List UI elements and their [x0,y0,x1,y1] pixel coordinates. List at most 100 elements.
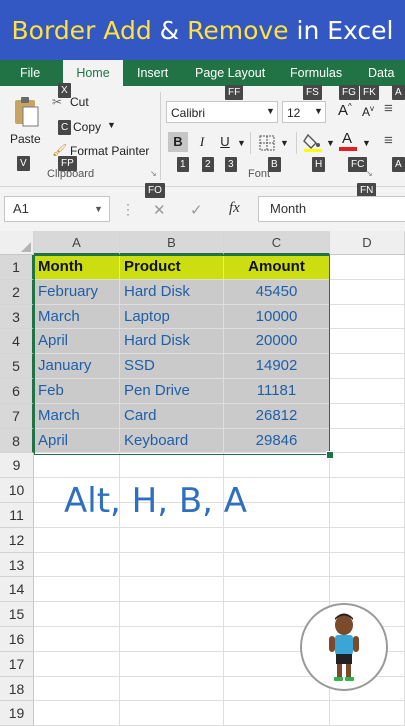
insert-function-icon[interactable]: fx [229,200,240,217]
grid-cell[interactable] [120,676,224,702]
grid-cell[interactable] [330,304,405,330]
bold-button[interactable]: B [168,132,188,152]
enter-icon[interactable]: ✓ [190,201,203,219]
grid-cell[interactable] [34,627,120,652]
grid-cell[interactable] [330,552,405,578]
row-header[interactable]: 6 [0,379,34,404]
grid-cell[interactable] [120,602,224,627]
grid-cell[interactable] [330,503,405,528]
column-title-cell[interactable]: Amount [224,255,330,280]
row-header[interactable]: 18 [0,676,34,702]
align-icon[interactable]: ≡ [384,100,393,117]
data-cell[interactable]: Hard Disk [120,279,224,305]
grid-cell[interactable] [330,428,405,454]
data-cell[interactable]: 14902 [224,354,330,379]
row-header[interactable]: 3 [0,304,34,330]
data-cell[interactable]: March [34,403,120,429]
row-header[interactable]: 11 [0,503,34,528]
column-header-a[interactable]: A [34,231,120,255]
grid-cell[interactable] [224,453,330,479]
row-header[interactable]: 7 [0,403,34,429]
clipboard-launcher-icon[interactable]: ↘ [150,169,157,178]
grid-cell[interactable] [34,527,120,553]
grid-cell[interactable] [330,379,405,404]
font-launcher-icon[interactable]: ↘ [366,169,373,178]
font-name-select[interactable]: Calibri [166,101,278,123]
grid-cell[interactable] [34,651,120,677]
row-header[interactable]: 12 [0,527,34,553]
grid-cell[interactable] [120,552,224,578]
underline-button[interactable]: U [215,132,235,152]
data-cell[interactable]: Hard Disk [120,329,224,355]
row-header[interactable]: 10 [0,478,34,503]
data-cell[interactable]: April [34,428,120,454]
paste-button[interactable]: Paste [8,94,46,152]
grid-cell[interactable] [224,527,330,553]
grid-cell[interactable] [120,577,224,603]
format-painter-button[interactable]: Format Painter [70,144,149,158]
row-header[interactable]: 17 [0,651,34,677]
data-cell[interactable]: 45450 [224,279,330,305]
data-cell[interactable]: Pen Drive [120,379,224,404]
data-cell[interactable]: 20000 [224,329,330,355]
grid-cell[interactable] [34,577,120,603]
tab-file[interactable]: File [20,60,40,86]
data-cell[interactable]: 26812 [224,403,330,429]
underline-dropdown-icon[interactable]: ▼ [237,138,246,148]
name-box-dropdown-icon[interactable]: ▼ [94,204,103,214]
grid-cell[interactable] [224,701,330,726]
row-header[interactable]: 2 [0,279,34,305]
fill-handle[interactable] [326,451,334,459]
grid-cell[interactable] [330,453,405,479]
font-color-dropdown-icon[interactable]: ▼ [362,138,371,148]
grid-cell[interactable] [34,701,120,726]
grid-cell[interactable] [34,453,120,479]
font-color-icon[interactable]: A [339,130,357,152]
data-cell[interactable]: March [34,304,120,330]
font-name-dropdown-icon[interactable]: ▼ [266,106,275,116]
row-header[interactable]: 4 [0,329,34,355]
row-header[interactable]: 19 [0,701,34,726]
data-cell[interactable]: February [34,279,120,305]
grid-cell[interactable] [330,403,405,429]
row-header[interactable]: 15 [0,602,34,627]
data-cell[interactable]: January [34,354,120,379]
grid-cell[interactable] [34,676,120,702]
data-cell[interactable]: Feb [34,379,120,404]
data-cell[interactable]: Card [120,403,224,429]
tab-page-layout[interactable]: Page Layout [195,60,265,86]
row-header[interactable]: 13 [0,552,34,578]
data-cell[interactable]: 10000 [224,304,330,330]
column-header-b[interactable]: B [120,231,224,255]
row-header[interactable]: 1 [0,255,34,280]
cut-button[interactable]: Cut [70,95,89,109]
row-header[interactable]: 16 [0,627,34,652]
increase-font-icon[interactable]: A^ [338,102,352,119]
row-header[interactable]: 9 [0,453,34,479]
grid-cell[interactable] [34,602,120,627]
column-title-cell[interactable]: Month [34,255,120,280]
grid-cell[interactable] [330,279,405,305]
row-header[interactable]: 8 [0,428,34,454]
data-cell[interactable]: 29846 [224,428,330,454]
tab-home[interactable]: Home [63,60,123,86]
column-title-cell[interactable]: Product [120,255,224,280]
decrease-font-icon[interactable]: Av [362,104,374,119]
data-cell[interactable]: April [34,329,120,355]
tab-insert[interactable]: Insert [137,60,168,86]
copy-dropdown-arrow-icon[interactable]: ▼ [107,120,116,130]
grid-cell[interactable] [120,701,224,726]
font-size-dropdown-icon[interactable]: ▼ [314,106,323,116]
grid-cell[interactable] [330,478,405,503]
grid-cell[interactable] [330,255,405,280]
grid-cell[interactable] [330,329,405,355]
copy-button[interactable]: Copy [73,120,101,134]
align-left-icon[interactable]: ≡ [384,132,393,149]
grid-cell[interactable] [120,651,224,677]
tab-data[interactable]: Data [368,60,394,86]
grid-cell[interactable] [330,701,405,726]
data-cell[interactable]: 11181 [224,379,330,404]
grid-cell[interactable] [34,552,120,578]
grid-cell[interactable] [330,527,405,553]
formula-input[interactable]: Month [258,196,405,222]
